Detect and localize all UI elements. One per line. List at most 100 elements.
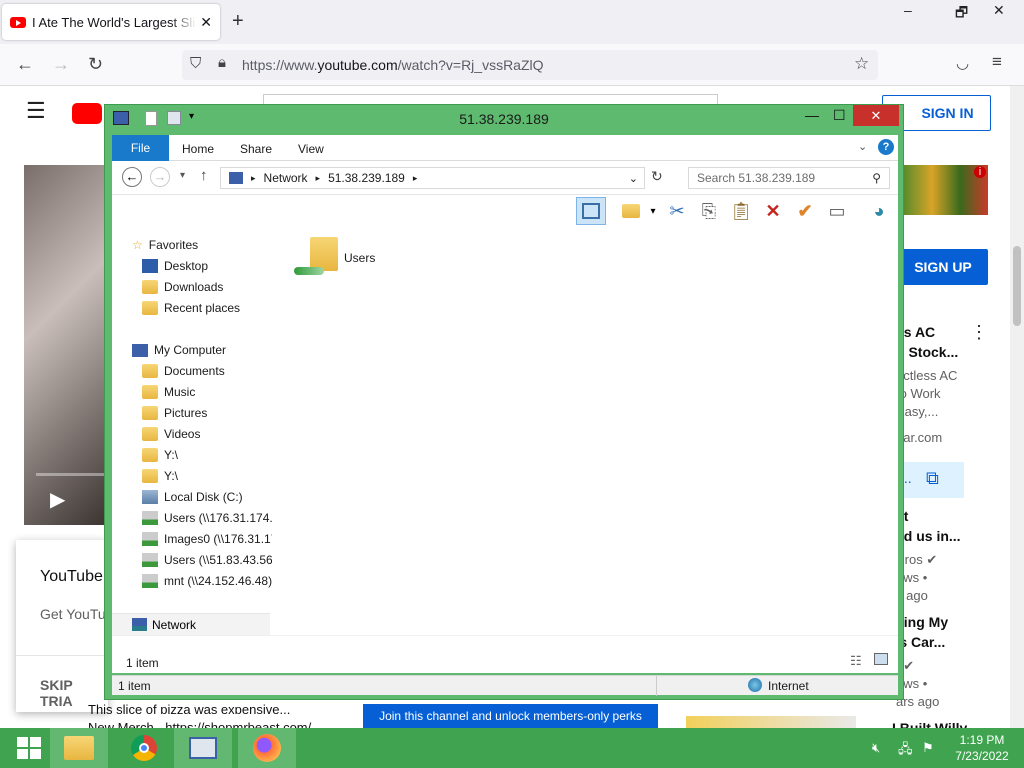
tab-share[interactable]: Share (240, 142, 272, 156)
network-icon (132, 618, 147, 631)
hamburger-menu-icon[interactable]: ☰ (26, 98, 46, 124)
forward-icon[interactable]: → (52, 54, 70, 75)
new-tab-button[interactable]: + (232, 10, 244, 33)
nav-item-network-drive[interactable]: Images0 (\\176.31.17 (142, 529, 272, 549)
tab-file[interactable]: File (112, 135, 169, 161)
ad-info-icon[interactable]: i (974, 166, 986, 178)
network-tray-icon[interactable]: 🖧 (898, 740, 913, 762)
search-icon[interactable]: ⚲ (872, 171, 881, 185)
url-domain: youtube.com (317, 57, 398, 73)
taskbar-clock[interactable]: 1:19 PM 7/23/2022 (940, 732, 1024, 764)
back-icon[interactable]: ← (16, 54, 34, 75)
join-channel-banner[interactable]: Join this channel and unlock members-onl… (363, 704, 658, 728)
open-external-icon[interactable]: ⧉ (926, 468, 939, 489)
nav-item-downloads[interactable]: Downloads (142, 277, 272, 297)
taskbar-network-app[interactable] (174, 728, 232, 768)
copy-icon[interactable]: ⎘ (696, 199, 722, 223)
taskbar-firefox[interactable] (238, 728, 296, 768)
nav-item-label: Local Disk (C:) (164, 490, 243, 504)
ribbon-tabs: File Home Share View ⌄ ? (112, 135, 898, 161)
nav-item-pictures[interactable]: Pictures (142, 403, 272, 423)
up-icon[interactable]: ↑ (200, 167, 208, 184)
youtube-sign-up-button[interactable]: SIGN UP (898, 249, 988, 285)
window-close-button[interactable]: ✕ (853, 105, 899, 126)
video-progress-bar[interactable] (36, 473, 104, 476)
back-icon[interactable]: ← (122, 167, 142, 187)
tab-home[interactable]: Home (182, 142, 214, 156)
tab-close-icon[interactable]: ✕ (200, 14, 212, 31)
nav-item-network-drive[interactable]: mnt (\\24.152.46.48) (142, 571, 272, 591)
properties-check-icon[interactable]: ✔ (792, 199, 818, 223)
action-center-icon[interactable]: ⚑ (922, 740, 934, 756)
url-bar[interactable]: https://www. youtube.com/watch?v=Rj_vssRa… (182, 50, 878, 80)
video-caption-link[interactable]: New Merch - https://shopmrbeast.com/ (88, 720, 338, 728)
help-icon[interactable]: ? (878, 139, 894, 155)
nav-item-music[interactable]: Music (142, 382, 272, 402)
window-minimize-button[interactable]: — (805, 107, 819, 123)
nav-item-drive-y[interactable]: Y:\ (142, 445, 272, 465)
ad-link-box[interactable]: ... ⧉ (896, 462, 964, 498)
network-globe-icon[interactable]: ◕ (866, 199, 892, 223)
file-item-users[interactable]: Users (290, 233, 410, 285)
folder-options-dropdown-icon[interactable]: ▾ (646, 199, 660, 223)
nav-item-documents[interactable]: Documents (142, 361, 272, 381)
refresh-icon[interactable]: ↻ (651, 168, 663, 185)
breadcrumb-network[interactable]: Network (264, 171, 308, 185)
rename-icon[interactable]: ▭ (824, 199, 850, 223)
nav-item-network-drive[interactable]: Users (\\51.83.43.56) (142, 550, 272, 570)
nav-item-label: mnt (\\24.152.46.48) (164, 574, 272, 588)
sidebar-thumbnail[interactable] (686, 716, 856, 728)
nav-item-network[interactable]: Network (112, 613, 270, 635)
large-icons-view-icon[interactable] (874, 653, 888, 665)
search-input[interactable]: Search 51.38.239.189 ⚲ (688, 167, 890, 189)
ribbon-expand-icon[interactable]: ⌄ (858, 140, 867, 153)
nav-item-desktop[interactable]: Desktop (142, 256, 272, 276)
more-options-icon[interactable]: ⋮ (970, 322, 988, 343)
verified-icon: ✔︎ (903, 658, 915, 673)
nav-item-drive-y[interactable]: Y:\ (142, 466, 272, 486)
menu-icon[interactable]: ≡ (992, 52, 1002, 72)
favorites-header[interactable]: ☆ Favorites (132, 235, 198, 255)
volume-muted-icon[interactable]: 🔇︎ (872, 740, 880, 756)
page-scrollbar[interactable] (1010, 86, 1024, 728)
tab-view[interactable]: View (298, 142, 324, 156)
nav-item-local-disk[interactable]: Local Disk (C:) (142, 487, 272, 507)
play-icon[interactable]: ▶ (50, 487, 65, 512)
address-path[interactable]: ▸ Network ▸ 51.38.239.189 ▸ ⌄ (220, 167, 645, 189)
restore-button[interactable]: 🗗 (955, 2, 968, 26)
sidebar-title[interactable]: I Built Willy (892, 720, 967, 728)
explorer-title-bar[interactable]: ▾ 51.38.239.189 — ☐ ✕ (105, 105, 903, 135)
reload-icon[interactable]: ↻ (88, 54, 103, 75)
taskbar-file-explorer[interactable] (50, 728, 108, 768)
breadcrumb-host[interactable]: 51.38.239.189 (328, 171, 405, 185)
bookmark-star-icon[interactable]: ☆ (854, 54, 869, 74)
details-view-icon[interactable]: ☷ (850, 653, 862, 669)
browser-tab[interactable]: I Ate The World's Largest Slice Of Pizza… (2, 4, 220, 40)
recent-places-icon (142, 301, 158, 315)
preview-pane-button[interactable] (576, 197, 606, 225)
pocket-icon[interactable]: ◡ (956, 54, 969, 72)
my-computer-header[interactable]: My Computer (132, 340, 226, 360)
nav-item-videos[interactable]: Videos (142, 424, 272, 444)
nav-item-label: Users (\\176.31.174.2 (164, 511, 272, 525)
taskbar-chrome[interactable] (115, 728, 173, 768)
recent-locations-icon[interactable]: ▾ (180, 170, 185, 181)
sidebar-title[interactable]: n Stock... (896, 344, 958, 360)
paste-icon[interactable]: 📋︎ (728, 199, 754, 223)
window-maximize-button[interactable]: ☐ (833, 107, 846, 124)
close-button[interactable]: ✕ (993, 2, 1005, 19)
sidebar-title[interactable]: ed us in... (896, 528, 961, 544)
address-dropdown-icon[interactable]: ⌄ (629, 172, 638, 185)
forward-icon[interactable]: → (150, 167, 170, 187)
nav-item-recent-places[interactable]: Recent places (142, 298, 272, 318)
folder-options-icon[interactable] (618, 199, 644, 223)
lock-icon[interactable]: 🔒︎ (218, 54, 226, 71)
minimize-button[interactable]: – (904, 2, 912, 18)
youtube-logo-icon[interactable] (72, 103, 102, 124)
delete-icon[interactable]: ✕ (760, 199, 786, 223)
nav-item-network-drive[interactable]: Users (\\176.31.174.2 (142, 508, 272, 528)
video-player[interactable]: ▶ (24, 165, 104, 525)
scrollbar-thumb[interactable] (1013, 246, 1021, 326)
cut-icon[interactable]: ✂ (664, 199, 690, 223)
shield-icon[interactable]: ⛉ (190, 55, 201, 72)
